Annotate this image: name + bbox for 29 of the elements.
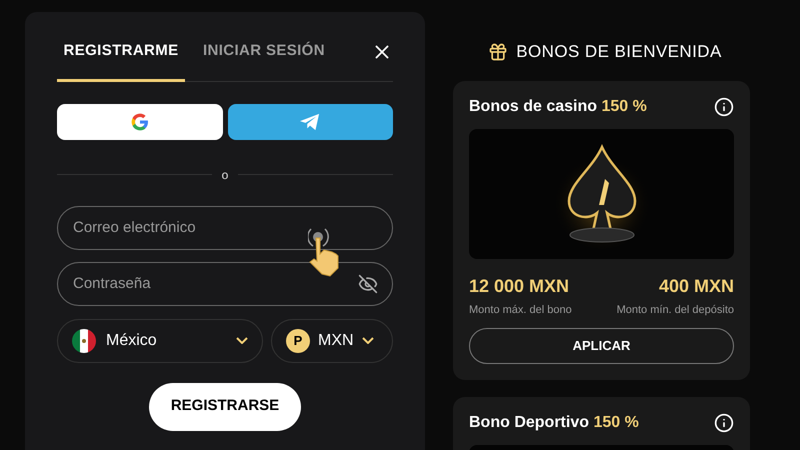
divider-text: o bbox=[222, 166, 228, 184]
min-deposit-amount: 400 MXN bbox=[658, 274, 734, 298]
country-select[interactable]: México bbox=[57, 318, 263, 362]
max-bonus-label: Monto máx. del bono bbox=[469, 302, 572, 318]
telegram-button[interactable] bbox=[228, 104, 393, 140]
gift-icon bbox=[488, 42, 508, 62]
register-button[interactable]: REGISTRARSE bbox=[149, 382, 301, 430]
bonus-section-title: BONOS DE BIENVENIDA bbox=[516, 41, 722, 63]
info-icon[interactable] bbox=[714, 96, 734, 116]
tab[interactable]: REGISTRARME bbox=[57, 40, 185, 82]
apply-button[interactable]: APLICAR bbox=[469, 328, 734, 364]
chevron-down-icon bbox=[236, 337, 248, 344]
bonus-title: Bono Deportivo 150 % bbox=[469, 413, 640, 433]
tab[interactable]: INICIAR SESIÓN bbox=[197, 40, 331, 82]
paper-plane-icon bbox=[299, 112, 322, 132]
google-icon bbox=[130, 112, 150, 132]
email-field[interactable]: Correo electrónico bbox=[57, 206, 393, 250]
currency-label: MXN bbox=[318, 330, 354, 350]
info-icon[interactable] bbox=[714, 413, 734, 433]
hidden-eye-icon[interactable] bbox=[358, 274, 378, 294]
currency-select[interactable]: P MXN bbox=[271, 318, 393, 362]
max-bonus-amount: 12 000 MXN bbox=[469, 274, 570, 298]
bonus-title: Bonos de casino 150 % bbox=[469, 96, 648, 116]
password-field[interactable]: Contraseña bbox=[57, 262, 393, 306]
google-button[interactable] bbox=[57, 104, 222, 140]
mexico-flag-icon bbox=[72, 328, 96, 352]
min-deposit-label: Monto mín. del depósito bbox=[616, 302, 734, 318]
coin-symbol: P bbox=[286, 328, 310, 352]
chevron-down-icon bbox=[362, 337, 374, 344]
